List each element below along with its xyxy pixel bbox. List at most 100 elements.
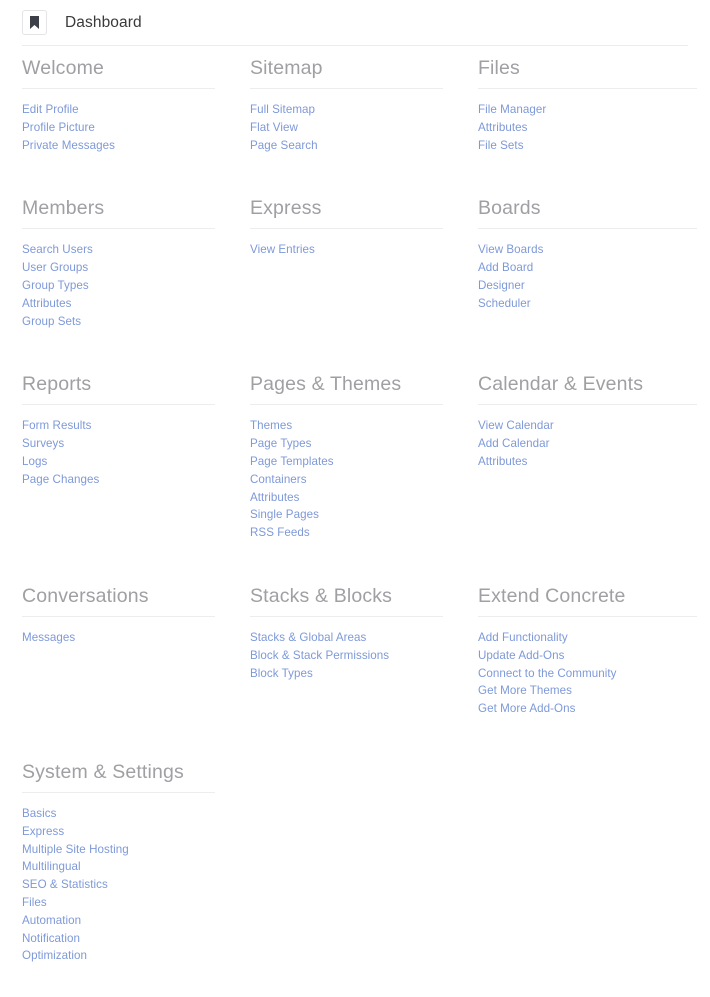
link-file-sets[interactable]: File Sets <box>478 137 697 155</box>
link-multilingual[interactable]: Multilingual <box>22 858 215 876</box>
group-title: Extend Concrete <box>478 584 697 617</box>
list-item: User Groups <box>22 259 215 277</box>
link-view-boards[interactable]: View Boards <box>478 241 697 259</box>
link-page-attributes[interactable]: Attributes <box>250 489 443 507</box>
list-item: Attributes <box>22 295 215 313</box>
link-messages[interactable]: Messages <box>22 629 215 647</box>
list-item: Group Types <box>22 277 215 295</box>
list-item: Themes <box>250 417 443 435</box>
link-multiple-site-hosting[interactable]: Multiple Site Hosting <box>22 841 215 859</box>
list-item: Update Add-Ons <box>478 647 697 665</box>
link-designer[interactable]: Designer <box>478 277 697 295</box>
list-item: Attributes <box>478 453 697 471</box>
list-item: View Entries <box>250 241 443 259</box>
link-single-pages[interactable]: Single Pages <box>250 506 443 524</box>
list-item: Group Sets <box>22 313 215 331</box>
link-basics[interactable]: Basics <box>22 805 215 823</box>
link-form-results[interactable]: Form Results <box>22 417 215 435</box>
group-system-settings: System & Settings Basics Express Multipl… <box>0 760 228 965</box>
link-file-manager[interactable]: File Manager <box>478 101 697 119</box>
list-item: Optimization <box>22 947 215 965</box>
link-get-more-add-ons[interactable]: Get More Add-Ons <box>478 700 697 718</box>
group-title: System & Settings <box>22 760 215 793</box>
link-full-sitemap[interactable]: Full Sitemap <box>250 101 443 119</box>
link-block-types[interactable]: Block Types <box>250 665 443 683</box>
page-header: Dashboard <box>22 0 688 46</box>
link-get-more-themes[interactable]: Get More Themes <box>478 682 697 700</box>
list-item: Attributes <box>250 489 443 507</box>
link-stacks-global-areas[interactable]: Stacks & Global Areas <box>250 629 443 647</box>
group-link-list: Full Sitemap Flat View Page Search <box>250 89 443 154</box>
link-group-types[interactable]: Group Types <box>22 277 215 295</box>
link-page-search[interactable]: Page Search <box>250 137 443 155</box>
list-item: Notification <box>22 930 215 948</box>
link-automation[interactable]: Automation <box>22 912 215 930</box>
link-calendar-attributes[interactable]: Attributes <box>478 453 697 471</box>
group-title: Calendar & Events <box>478 372 697 406</box>
link-system-files[interactable]: Files <box>22 894 215 912</box>
list-item: Page Types <box>250 435 443 453</box>
group-files: Files File Manager Attributes File Sets <box>456 56 710 154</box>
link-page-changes[interactable]: Page Changes <box>22 471 215 489</box>
group-spacer-b <box>228 760 456 965</box>
link-member-attributes[interactable]: Attributes <box>22 295 215 313</box>
link-page-templates[interactable]: Page Templates <box>250 453 443 471</box>
link-add-board[interactable]: Add Board <box>478 259 697 277</box>
dashboard-row: Reports Form Results Surveys Logs Page C… <box>0 372 710 542</box>
link-connect-to-the-community[interactable]: Connect to the Community <box>478 665 697 683</box>
group-conversations: Conversations Messages <box>0 584 228 718</box>
list-item: Block & Stack Permissions <box>250 647 443 665</box>
link-profile-picture[interactable]: Profile Picture <box>22 119 215 137</box>
group-link-list: View Calendar Add Calendar Attributes <box>478 405 697 470</box>
list-item: Multiple Site Hosting <box>22 841 215 859</box>
list-item: Single Pages <box>250 506 443 524</box>
link-seo-statistics[interactable]: SEO & Statistics <box>22 876 215 894</box>
list-item: Logs <box>22 453 215 471</box>
dashboard-row: Conversations Messages Stacks & Blocks S… <box>0 584 710 718</box>
link-view-entries[interactable]: View Entries <box>250 241 443 259</box>
bookmark-icon[interactable] <box>22 10 47 35</box>
link-file-attributes[interactable]: Attributes <box>478 119 697 137</box>
link-containers[interactable]: Containers <box>250 471 443 489</box>
list-item: Page Templates <box>250 453 443 471</box>
group-link-list: Stacks & Global Areas Block & Stack Perm… <box>250 617 443 682</box>
link-surveys[interactable]: Surveys <box>22 435 215 453</box>
link-edit-profile[interactable]: Edit Profile <box>22 101 215 119</box>
group-title: Pages & Themes <box>250 372 443 406</box>
link-add-functionality[interactable]: Add Functionality <box>478 629 697 647</box>
group-link-list: Form Results Surveys Logs Page Changes <box>22 405 215 488</box>
link-flat-view[interactable]: Flat View <box>250 119 443 137</box>
link-user-groups[interactable]: User Groups <box>22 259 215 277</box>
list-item: Surveys <box>22 435 215 453</box>
link-view-calendar[interactable]: View Calendar <box>478 417 697 435</box>
group-title: Sitemap <box>250 56 443 89</box>
link-page-types[interactable]: Page Types <box>250 435 443 453</box>
link-scheduler[interactable]: Scheduler <box>478 295 697 313</box>
link-optimization[interactable]: Optimization <box>22 947 215 965</box>
link-private-messages[interactable]: Private Messages <box>22 137 215 155</box>
dashboard-row: Welcome Edit Profile Profile Picture Pri… <box>0 56 710 154</box>
group-link-list: Add Functionality Update Add-Ons Connect… <box>478 617 697 718</box>
link-logs[interactable]: Logs <box>22 453 215 471</box>
link-block-stack-permissions[interactable]: Block & Stack Permissions <box>250 647 443 665</box>
list-item: Add Functionality <box>478 629 697 647</box>
link-add-calendar[interactable]: Add Calendar <box>478 435 697 453</box>
list-item: File Manager <box>478 101 697 119</box>
group-pages-themes: Pages & Themes Themes Page Types Page Te… <box>228 372 456 542</box>
link-system-express[interactable]: Express <box>22 823 215 841</box>
list-item: Add Board <box>478 259 697 277</box>
group-link-list: Messages <box>22 617 215 647</box>
group-title: Reports <box>22 372 215 406</box>
link-themes[interactable]: Themes <box>250 417 443 435</box>
link-search-users[interactable]: Search Users <box>22 241 215 259</box>
link-rss-feeds[interactable]: RSS Feeds <box>250 524 443 542</box>
list-item: Designer <box>478 277 697 295</box>
group-title: Welcome <box>22 56 215 89</box>
link-notification[interactable]: Notification <box>22 930 215 948</box>
list-item: Full Sitemap <box>250 101 443 119</box>
link-group-sets[interactable]: Group Sets <box>22 313 215 331</box>
group-spacer-c <box>456 760 710 965</box>
link-update-add-ons[interactable]: Update Add-Ons <box>478 647 697 665</box>
group-link-list: Search Users User Groups Group Types Att… <box>22 229 215 330</box>
group-members: Members Search Users User Groups Group T… <box>0 196 228 330</box>
